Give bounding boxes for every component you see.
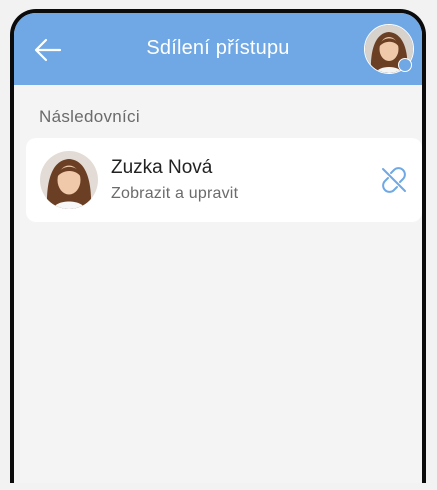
account-avatar-button[interactable] <box>364 24 414 74</box>
section-label-followers: Následovníci <box>39 107 140 126</box>
list-item[interactable]: Zuzka Nová Zobrazit a upravit <box>26 138 422 222</box>
phone-frame: Sdílení přístupu Následovníci Zuzka Nová… <box>10 9 426 483</box>
unlink-icon <box>382 167 406 193</box>
avatar <box>40 151 98 209</box>
unlink-button[interactable] <box>378 164 410 196</box>
follower-permission: Zobrazit a upravit <box>111 185 239 202</box>
app-bar: Sdílení přístupu <box>14 13 422 85</box>
page-title: Sdílení přístupu <box>146 37 290 59</box>
follower-name: Zuzka Nová <box>111 157 213 178</box>
chevron-down-icon <box>398 58 412 72</box>
